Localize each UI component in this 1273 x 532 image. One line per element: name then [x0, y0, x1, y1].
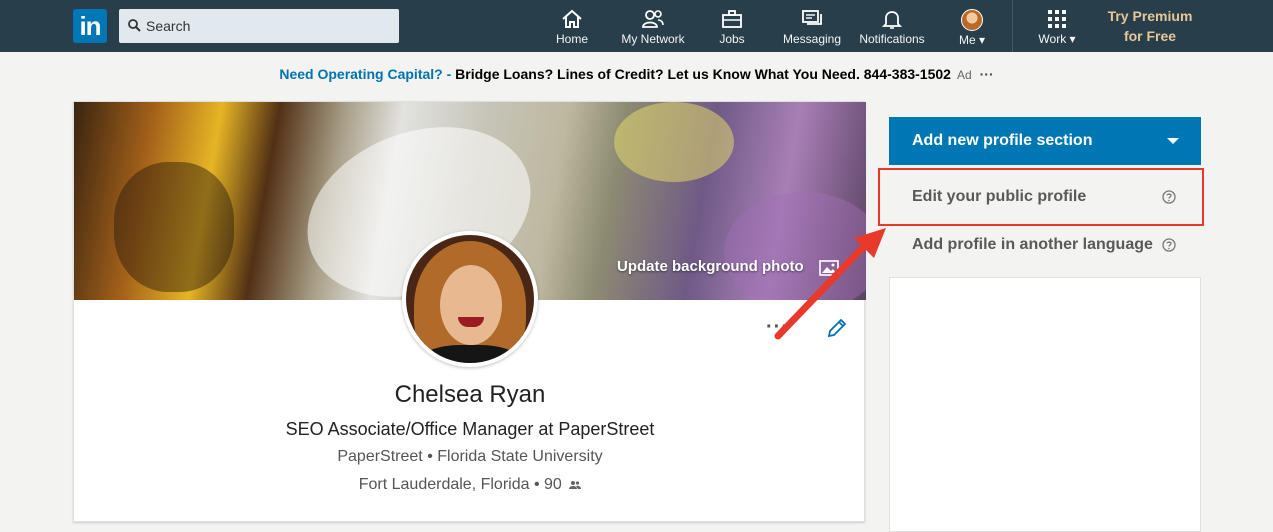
caret-down-icon [1167, 138, 1179, 144]
nav-home[interactable]: Home [552, 0, 592, 52]
nav-jobs-label: Jobs [719, 32, 745, 46]
profile-photo[interactable] [402, 231, 538, 367]
top-nav: in Home My Network Jobs [0, 0, 1273, 52]
separator: • [533, 476, 540, 493]
profile-headline: SEO Associate/Office Manager at PaperStr… [285, 419, 655, 439]
message-icon [802, 10, 822, 25]
caret-down-icon: ▾ [1066, 32, 1076, 46]
profile-location-line: Fort Lauderdale, Florida • 90 [74, 476, 866, 494]
ad-lead[interactable]: Need Operating Capital? - [279, 66, 455, 82]
ad-text[interactable]: Bridge Loans? Lines of Credit? Let us Kn… [455, 66, 951, 82]
help-icon[interactable] [1162, 238, 1176, 252]
nav-my-network-label: My Network [621, 32, 685, 46]
nav-me[interactable]: Me ▾ [952, 0, 992, 52]
profile-affiliations: PaperStreet • Florida State University [74, 448, 866, 466]
profile-school[interactable]: Florida State University [437, 448, 602, 465]
nav-messaging-label: Messaging [782, 32, 842, 46]
search-box[interactable] [119, 9, 399, 43]
nav-me-label: Me [958, 33, 976, 47]
nav-home-label: Home [555, 32, 588, 46]
ad-banner[interactable]: Need Operating Capital? - Bridge Loans? … [0, 66, 1273, 82]
photo-shirt [420, 345, 520, 363]
nav-my-network[interactable]: My Network [617, 0, 689, 52]
nav-messaging[interactable]: Messaging [782, 0, 842, 52]
nav-divider [1012, 0, 1013, 52]
home-icon [562, 9, 582, 28]
premium-line-1: Try Premium [1107, 8, 1193, 24]
grid-icon [1048, 10, 1066, 28]
briefcase-icon [722, 10, 742, 28]
profile-location: Fort Lauderdale, Florida [358, 476, 530, 493]
nav-notifications-label: Notifications [859, 32, 925, 46]
connections-icon [569, 480, 582, 489]
add-profile-section-label: Add new profile section [912, 132, 1093, 149]
ad-more-button[interactable]: ··· [980, 66, 994, 82]
background-shape [114, 162, 234, 292]
separator: • [427, 448, 433, 465]
nav-notifications[interactable]: Notifications [856, 0, 928, 52]
profile-company[interactable]: PaperStreet [337, 448, 422, 465]
nav-jobs[interactable]: Jobs [715, 0, 749, 52]
caret-down-icon: ▾ [975, 33, 986, 47]
highlight-annotation-box [878, 168, 1204, 226]
photo-face [440, 265, 502, 345]
profile-card: Update background photo ··· Chelsea Ryan… [73, 101, 866, 522]
bell-icon [882, 11, 902, 29]
background-shape [614, 102, 734, 182]
add-profile-language-link[interactable]: Add profile in another language [889, 230, 1201, 260]
nav-work-label-wrap: Work ▾ [1034, 32, 1080, 46]
premium-line-2: for Free [1123, 28, 1177, 44]
avatar [961, 9, 983, 31]
try-premium-link[interactable]: Try Premium for Free [1100, 6, 1200, 46]
people-icon [642, 10, 664, 28]
add-profile-language-label: Add profile in another language [912, 236, 1153, 253]
ad-tag: Ad [956, 68, 972, 82]
profile-connections[interactable]: 90 [544, 476, 562, 493]
search-icon [128, 19, 141, 32]
nav-me-label-wrap: Me ▾ [952, 33, 992, 47]
add-profile-section-button[interactable]: Add new profile section [889, 117, 1201, 165]
nav-work[interactable]: Work ▾ [1034, 0, 1080, 52]
search-input[interactable] [146, 9, 391, 43]
linkedin-logo[interactable]: in [73, 9, 107, 43]
annotation-arrow-icon [774, 228, 886, 340]
nav-work-label: Work [1038, 32, 1067, 46]
profile-name: Chelsea Ryan [394, 381, 546, 408]
rail-empty-card [889, 277, 1201, 532]
